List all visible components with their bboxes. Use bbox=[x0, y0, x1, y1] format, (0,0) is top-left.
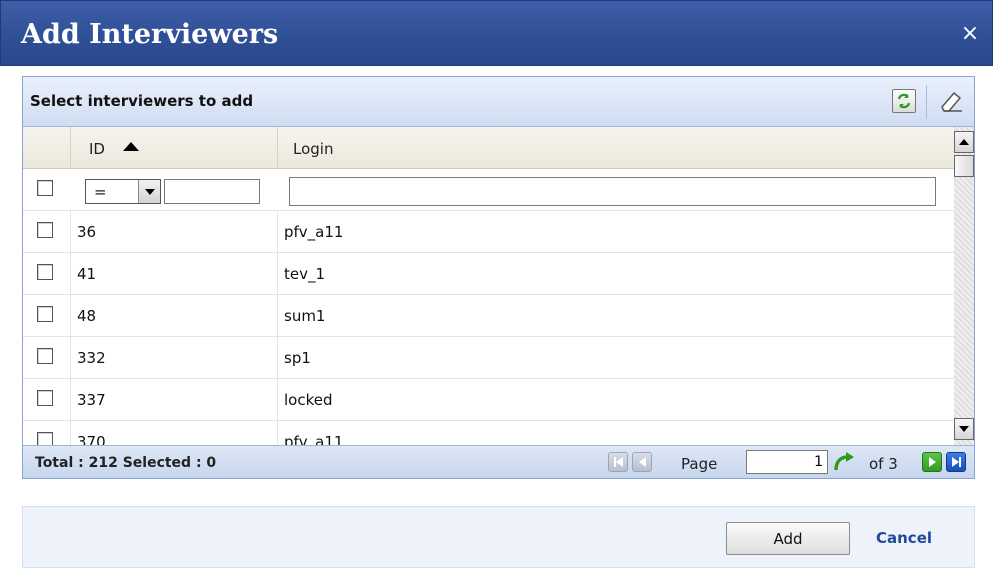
first-page-arrow-icon bbox=[615, 457, 623, 467]
table-row[interactable]: 36 pfv_a11 bbox=[23, 211, 954, 253]
scrollbar-thumb[interactable] bbox=[954, 155, 974, 177]
row-login: tev_1 bbox=[284, 265, 326, 283]
dialog-action-bar: Add Cancel bbox=[22, 506, 975, 568]
table-row[interactable]: 41 tev_1 bbox=[23, 253, 954, 295]
page-number-input[interactable] bbox=[746, 450, 828, 474]
login-filter-input[interactable] bbox=[289, 177, 936, 206]
row-checkbox[interactable] bbox=[37, 432, 53, 445]
grid-title: Select interviewers to add bbox=[30, 92, 254, 110]
row-checkbox[interactable] bbox=[37, 222, 53, 238]
page-count-text: of 3 bbox=[869, 455, 898, 473]
scroll-down-button[interactable] bbox=[954, 418, 974, 440]
cancel-link[interactable]: Cancel bbox=[876, 529, 932, 547]
column-label-login: Login bbox=[293, 140, 334, 158]
last-page-icon bbox=[958, 457, 961, 467]
prev-page-button[interactable] bbox=[632, 452, 652, 472]
dialog-title: Add Interviewers bbox=[21, 19, 279, 50]
arrow-up-icon bbox=[959, 139, 969, 145]
header-divider bbox=[926, 85, 927, 119]
select-all-checkbox[interactable] bbox=[37, 180, 53, 196]
row-id: 370 bbox=[77, 433, 106, 445]
row-login: pfv_a11 bbox=[284, 433, 344, 445]
row-id: 36 bbox=[77, 223, 97, 241]
next-page-icon bbox=[928, 457, 936, 467]
refresh-icon[interactable] bbox=[892, 89, 916, 113]
row-checkbox[interactable] bbox=[37, 390, 53, 406]
row-login: sp1 bbox=[284, 349, 311, 367]
arrow-down-icon bbox=[959, 426, 969, 432]
sort-ascending-icon bbox=[123, 142, 139, 151]
grid-rows: 36 pfv_a11 41 tev_1 48 sum1 332 sp1 337 … bbox=[23, 211, 954, 445]
row-login: sum1 bbox=[284, 307, 326, 325]
go-to-page-icon[interactable] bbox=[832, 450, 856, 474]
row-checkbox[interactable] bbox=[37, 348, 53, 364]
scroll-up-button[interactable] bbox=[954, 131, 974, 153]
row-id: 332 bbox=[77, 349, 106, 367]
id-filter-input[interactable] bbox=[164, 179, 260, 204]
column-header-login[interactable]: Login bbox=[278, 127, 954, 169]
id-operator-value: = bbox=[94, 183, 107, 201]
row-checkbox[interactable] bbox=[37, 264, 53, 280]
table-row[interactable]: 370 pfv_a11 bbox=[23, 421, 954, 445]
table-row[interactable]: 337 locked bbox=[23, 379, 954, 421]
column-label-id: ID bbox=[89, 140, 105, 158]
chevron-down-icon bbox=[138, 180, 160, 203]
column-header-row: ID Login bbox=[23, 127, 954, 169]
column-header-id[interactable]: ID bbox=[71, 127, 278, 169]
row-id: 337 bbox=[77, 391, 106, 409]
page-label: Page bbox=[681, 455, 718, 473]
table-row[interactable]: 332 sp1 bbox=[23, 337, 954, 379]
grid-footer: Total : 212 Selected : 0 Page of 3 bbox=[23, 445, 974, 478]
prev-page-icon bbox=[638, 457, 646, 467]
column-header-checkbox-cell bbox=[23, 127, 71, 169]
last-page-button[interactable] bbox=[946, 452, 966, 472]
last-page-arrow-icon bbox=[951, 457, 959, 467]
close-icon[interactable]: × bbox=[958, 21, 982, 46]
clear-filter-eraser-icon[interactable] bbox=[936, 87, 966, 115]
row-id: 48 bbox=[77, 307, 97, 325]
row-login: locked bbox=[284, 391, 333, 409]
vertical-scrollbar[interactable] bbox=[954, 127, 974, 445]
add-button[interactable]: Add bbox=[726, 522, 850, 555]
grid-header: Select interviewers to add bbox=[23, 77, 974, 127]
id-operator-select[interactable]: = bbox=[85, 179, 161, 204]
dialog-title-bar: Add Interviewers × bbox=[0, 0, 993, 66]
interviewer-grid: Select interviewers to add ID Login = 36… bbox=[22, 76, 975, 479]
filter-row: = bbox=[23, 169, 954, 211]
row-checkbox[interactable] bbox=[37, 306, 53, 322]
refresh-arrows-icon bbox=[897, 93, 911, 109]
first-page-button[interactable] bbox=[608, 452, 628, 472]
row-id: 41 bbox=[77, 265, 97, 283]
row-login: pfv_a11 bbox=[284, 223, 344, 241]
table-row[interactable]: 48 sum1 bbox=[23, 295, 954, 337]
total-selected-text: Total : 212 Selected : 0 bbox=[35, 455, 217, 471]
next-page-button[interactable] bbox=[922, 452, 942, 472]
